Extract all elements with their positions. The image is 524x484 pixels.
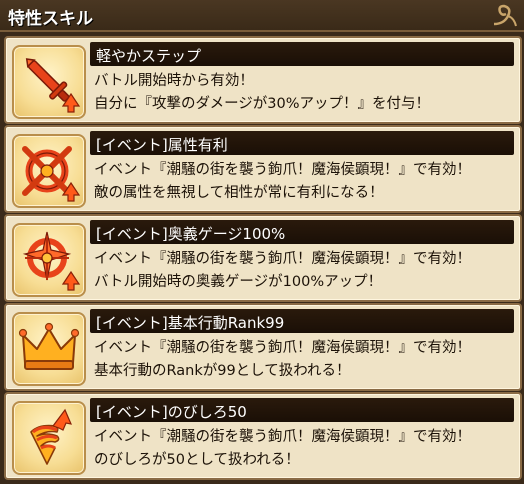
skill-card[interactable]: [イベント]のびしろ50 イベント『潮騒の街を襲う鉤爪！魔海侯顕現！』で有効！ …	[4, 392, 522, 480]
skill-title-bar: 軽やかステップ	[90, 42, 514, 66]
skill-title: 軽やかステップ	[96, 47, 202, 65]
description-line: イベント『潮騒の街を襲う鉤爪！魔海侯顕現！』で有効！	[94, 251, 471, 267]
skill-description: イベント『潮騒の街を襲う鉤爪！魔海侯顕現！』で有効！ バトル開始時の奥義ゲージが…	[94, 248, 514, 294]
skill-icon-frame	[12, 223, 86, 297]
skill-icon-frame	[12, 401, 86, 475]
skill-title-bar: [イベント]属性有利	[90, 131, 514, 155]
skill-title: [イベント]属性有利	[96, 136, 228, 154]
skill-card[interactable]: [イベント]基本行動Rank99 イベント『潮騒の街を襲う鉤爪！魔海侯顕現！』で…	[4, 303, 522, 391]
description-line: バトル開始時の奥義ゲージが100%アップ！	[94, 274, 383, 290]
skill-title-bar: [イベント]のびしろ50	[90, 398, 514, 422]
skill-title: [イベント]基本行動Rank99	[96, 314, 285, 332]
skill-title: [イベント]奥義ゲージ100%	[96, 225, 286, 243]
corner-ornament-icon	[493, 4, 517, 27]
skill-list: 軽やかステップ バトル開始時から有効！ 自分に『攻撃のダメージが30%アップ！』…	[0, 32, 524, 484]
skill-icon-frame	[12, 312, 86, 386]
skill-panel: 特性スキル 軽やかステップ バトル開始時から有効！ 自分に『攻撃のダメージが30…	[0, 0, 524, 484]
skill-description: イベント『潮騒の街を襲う鉤爪！魔海侯顕現！』で有効！ 敵の属性を無視して相性が常…	[94, 159, 514, 205]
skill-title: [イベント]のびしろ50	[96, 403, 247, 421]
description-line: イベント『潮騒の街を襲う鉤爪！魔海侯顕現！』で有効！	[94, 429, 471, 445]
panel-header: 特性スキル	[0, 0, 524, 32]
crossed-circle-up-icon	[22, 146, 81, 202]
description-line: バトル開始時から有効！	[94, 73, 254, 89]
description-line: 敵の属性を無視して相性が常に有利になる！	[94, 185, 384, 201]
skill-icon-frame	[12, 134, 86, 208]
skill-description: イベント『潮騒の街を襲う鉤爪！魔海侯顕現！』で有効！ 基本行動のRankが99と…	[94, 337, 514, 383]
description-line: のびしろが50として扱われる！	[94, 452, 300, 468]
description-line: イベント『潮騒の街を襲う鉤爪！魔海侯顕現！』で有効！	[94, 162, 471, 178]
skill-card[interactable]: [イベント]奥義ゲージ100% イベント『潮騒の街を襲う鉤爪！魔海侯顕現！』で有…	[4, 214, 522, 302]
skill-title-bar: [イベント]奥義ゲージ100%	[90, 220, 514, 244]
sword-up-icon	[25, 58, 81, 113]
panel-title: 特性スキル	[8, 9, 93, 29]
spiral-up-icon	[30, 408, 73, 465]
description-line: 自分に『攻撃のダメージが30%アップ！』を付与！	[94, 96, 431, 112]
skill-icon-frame	[12, 45, 86, 119]
skill-description: バトル開始時から有効！ 自分に『攻撃のダメージが30%アップ！』を付与！	[94, 70, 514, 116]
description-line: 基本行動のRankが99として扱われる！	[94, 363, 351, 379]
compass-burst-up-icon	[22, 231, 81, 291]
skill-description: イベント『潮騒の街を襲う鉤爪！魔海侯顕現！』で有効！ のびしろが50として扱われ…	[94, 426, 514, 472]
skill-card[interactable]: [イベント]属性有利 イベント『潮騒の街を襲う鉤爪！魔海侯顕現！』で有効！ 敵の…	[4, 125, 522, 213]
skill-title-bar: [イベント]基本行動Rank99	[90, 309, 514, 333]
description-line: イベント『潮騒の街を襲う鉤爪！魔海侯顕現！』で有効！	[94, 340, 471, 356]
skill-card[interactable]: 軽やかステップ バトル開始時から有効！ 自分に『攻撃のダメージが30%アップ！』…	[4, 36, 522, 124]
crown-icon	[18, 322, 80, 370]
